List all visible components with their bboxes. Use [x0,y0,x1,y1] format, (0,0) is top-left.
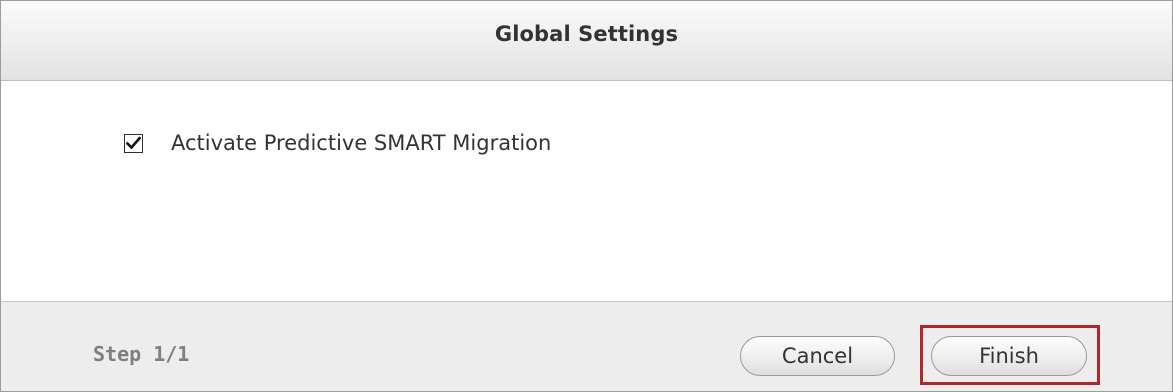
predictive-smart-migration-checkbox[interactable] [124,133,143,153]
dialog-body: Activate Predictive SMART Migration [1,82,1172,301]
global-settings-dialog: Global Settings Activate Predictive SMAR… [0,0,1173,392]
predictive-smart-migration-label[interactable]: Activate Predictive SMART Migration [171,131,551,155]
cancel-button[interactable]: Cancel [740,336,895,376]
finish-button[interactable]: Finish [931,336,1087,376]
dialog-header: Global Settings [1,1,1172,81]
checkmark-icon [126,136,141,150]
dialog-title: Global Settings [494,21,679,46]
predictive-smart-migration-option[interactable]: Activate Predictive SMART Migration [124,131,551,155]
dialog-footer: Step 1/1 Cancel Finish [1,301,1172,391]
step-indicator: Step 1/1 [93,342,190,366]
